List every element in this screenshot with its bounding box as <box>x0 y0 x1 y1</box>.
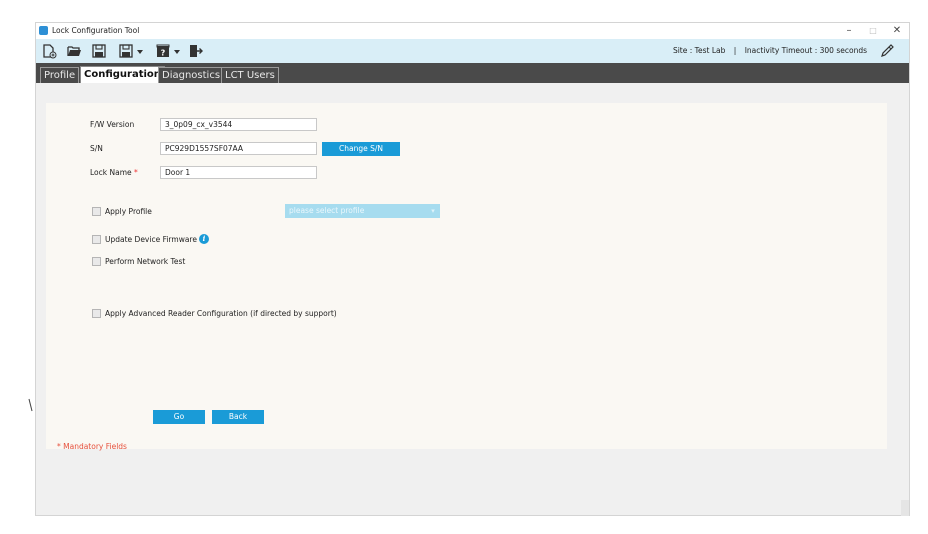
info-separator: | <box>733 46 737 55</box>
tab-diagnostics[interactable]: Diagnostics <box>158 67 225 83</box>
sn-field[interactable]: PC929D1557SF07AA <box>160 142 317 155</box>
app-window: Lock Configuration Tool – □ ✕ ? Site: T… <box>35 22 910 516</box>
network-test-label: Perform Network Test <box>105 257 186 266</box>
apply-profile-label: Apply Profile <box>105 207 152 216</box>
exit-icon[interactable] <box>188 43 204 59</box>
go-button[interactable]: Go <box>153 410 205 424</box>
site-value: Test Lab <box>694 46 726 55</box>
save-dropdown-icon[interactable] <box>137 50 143 54</box>
timeout-label: Inactivity Timeout <box>744 46 813 55</box>
required-marker: * <box>134 168 138 177</box>
minimize-button[interactable]: – <box>837 23 861 39</box>
fw-version-label: F/W Version <box>90 120 135 129</box>
network-test-checkbox[interactable] <box>92 257 101 266</box>
help-icon[interactable]: ? <box>155 43 171 59</box>
lock-name-label-text: Lock Name <box>90 168 132 177</box>
configuration-panel: F/W Version 3_0p09_cx_v3544 S/N PC929D15… <box>46 103 887 451</box>
close-button[interactable]: ✕ <box>885 23 909 39</box>
save-as-icon[interactable] <box>118 43 134 59</box>
tab-profile[interactable]: Profile <box>40 67 80 83</box>
app-logo-icon <box>39 26 48 35</box>
mandatory-fields-note: * Mandatory Fields <box>57 442 127 451</box>
svg-text:?: ? <box>161 49 166 58</box>
save-icon[interactable] <box>91 43 107 59</box>
tab-lct-users[interactable]: LCT Users <box>221 67 279 83</box>
chevron-down-icon: ▾ <box>431 207 435 215</box>
maximize-button[interactable]: □ <box>861 23 885 39</box>
title-bar: Lock Configuration Tool – □ ✕ <box>36 23 909 39</box>
apply-profile-checkbox[interactable] <box>92 207 101 216</box>
back-button[interactable]: Back <box>212 410 264 424</box>
advanced-reader-label: Apply Advanced Reader Configuration (if … <box>105 309 337 318</box>
site-label: Site <box>672 46 688 55</box>
lock-name-field[interactable]: Door 1 <box>160 166 317 179</box>
window-title: Lock Configuration Tool <box>52 26 140 35</box>
profile-select-placeholder: please select profile <box>289 206 365 215</box>
change-sn-button[interactable]: Change S/N <box>322 142 400 156</box>
timeout-value: 300 seconds <box>819 46 867 55</box>
update-firmware-checkbox[interactable] <box>92 235 101 244</box>
tab-bar: Profile Configuration Diagnostics LCT Us… <box>36 63 909 83</box>
help-dropdown-icon[interactable] <box>174 50 180 54</box>
pencil-icon[interactable] <box>879 43 895 59</box>
info-icon[interactable]: i <box>199 234 209 244</box>
sn-label: S/N <box>90 144 103 153</box>
tab-configuration[interactable]: Configuration <box>80 66 165 83</box>
new-file-icon[interactable] <box>41 43 57 59</box>
advanced-reader-checkbox[interactable] <box>92 309 101 318</box>
scrollbar[interactable] <box>901 500 909 516</box>
open-folder-icon[interactable] <box>66 43 82 59</box>
lock-name-label: Lock Name * <box>90 168 138 177</box>
update-firmware-label: Update Device Firmware <box>105 235 197 244</box>
profile-select[interactable]: please select profile ▾ <box>285 204 440 218</box>
toolbar: ? Site : Test Lab | Inactivity Timeout :… <box>36 39 909 63</box>
session-info: Site : Test Lab | Inactivity Timeout : 3… <box>672 46 867 55</box>
fw-version-field[interactable]: 3_0p09_cx_v3544 <box>160 118 317 131</box>
stray-mark <box>28 398 33 412</box>
